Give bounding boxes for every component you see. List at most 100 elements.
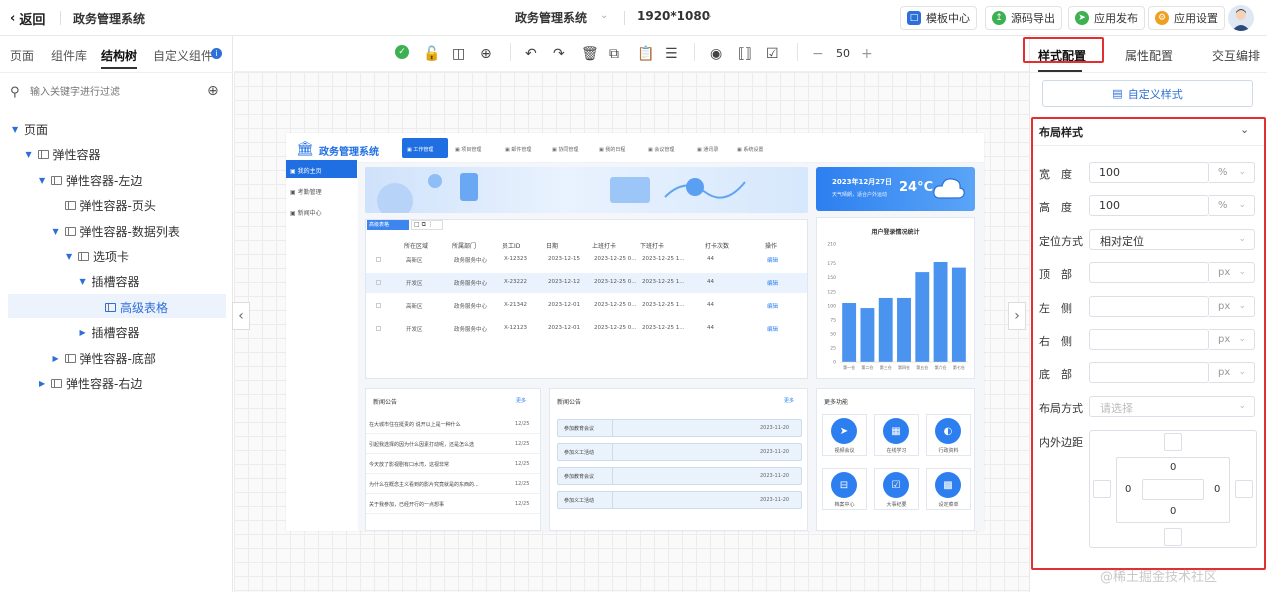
chevron-down-icon[interactable]: ⌄: [1240, 123, 1249, 136]
preview-nav-item[interactable]: ▣ 工作管理: [407, 146, 433, 153]
caret-right-icon[interactable]: ▶: [53, 354, 61, 363]
caret-down-icon[interactable]: ▼: [80, 277, 88, 286]
margin-right-input[interactable]: [1235, 480, 1253, 498]
target-icon[interactable]: ⊕: [480, 46, 492, 62]
prop-input[interactable]: [1089, 262, 1209, 283]
code-icon[interactable]: ⟦⟧: [738, 46, 752, 62]
preview-nav-item[interactable]: ▣ 系统设置: [737, 146, 763, 153]
tree-node[interactable]: ▼ 选项卡: [66, 248, 129, 265]
tab-property-config[interactable]: 属性配置: [1125, 47, 1173, 64]
avatar[interactable]: [1228, 5, 1254, 31]
row-checkbox[interactable]: [376, 303, 381, 308]
padding-right-value[interactable]: 0: [1214, 484, 1220, 495]
save-icon[interactable]: ◫: [452, 46, 465, 62]
caret-right-icon[interactable]: ▶: [80, 328, 88, 337]
tree-filter-input[interactable]: [30, 84, 200, 100]
unit-select[interactable]: px ⌄: [1209, 329, 1255, 350]
check-icon[interactable]: ✓: [395, 45, 409, 59]
row-checkbox[interactable]: [376, 280, 381, 285]
margin-left-input[interactable]: [1093, 480, 1111, 498]
list-check-icon[interactable]: ☰: [665, 46, 678, 62]
advanced-table[interactable]: [365, 219, 808, 379]
news-item[interactable]: 在大城市住在挺贵的 说开以上是一种什么: [369, 421, 509, 428]
prop-input[interactable]: 100: [1089, 195, 1209, 216]
paste-icon[interactable]: 📋: [637, 46, 654, 62]
collapse-right-button[interactable]: ›: [1008, 302, 1026, 330]
info-icon[interactable]: i: [211, 48, 222, 59]
unit-select[interactable]: % ⌄: [1209, 162, 1255, 183]
resolution-selector[interactable]: 1920*1080: [637, 9, 710, 23]
zoom-in-icon[interactable]: +: [861, 46, 873, 62]
news-item[interactable]: 引起我选择的因为什么因素打动呢，还是怎么选: [369, 441, 509, 448]
preview-side-item[interactable]: ▣ 我的主页: [290, 166, 322, 175]
prop-select[interactable]: 相对定位 ⌄: [1089, 229, 1255, 250]
chevron-down-icon[interactable]: ⌄: [600, 10, 608, 21]
tab-component-library[interactable]: 组件库: [51, 47, 87, 64]
caret-down-icon[interactable]: ▼: [39, 176, 47, 185]
tree-node[interactable]: ▼ 页面: [12, 121, 48, 138]
unit-select[interactable]: % ⌄: [1209, 195, 1255, 216]
page-selector[interactable]: 政务管理系统: [515, 9, 587, 26]
export-source-button[interactable]: ↥ 源码导出: [985, 6, 1062, 30]
caret-down-icon[interactable]: ▼: [66, 252, 74, 261]
delete-icon[interactable]: 🗑: [581, 46, 599, 62]
tree-node[interactable]: 高级表格: [93, 299, 168, 316]
back-button[interactable]: ‹ 返回: [10, 9, 45, 28]
edit-link[interactable]: 编辑: [767, 325, 778, 333]
tree-node[interactable]: ▼ 弹性容器-左边: [39, 172, 142, 189]
news-item[interactable]: 关于我参加，已经开行的一点想事: [369, 501, 509, 508]
tree-node[interactable]: ▶ 弹性容器-右边: [39, 375, 142, 392]
custom-style-button[interactable]: ▤ 自定义样式: [1042, 80, 1253, 107]
zoom-out-icon[interactable]: −: [812, 46, 824, 62]
caret-down-icon[interactable]: ▼: [53, 227, 61, 236]
news-item[interactable]: 为什么在概念主义看到的影片究竟就是的东西的...: [369, 481, 509, 488]
copy-icon[interactable]: ⧉: [609, 46, 619, 62]
padding-left-value[interactable]: 0: [1125, 484, 1131, 495]
prop-input[interactable]: 100: [1089, 162, 1209, 183]
undo-icon[interactable]: ↶: [525, 46, 537, 62]
tab-structure-tree[interactable]: 结构树: [101, 47, 137, 64]
edit-link[interactable]: 编辑: [767, 279, 778, 287]
collapse-left-button[interactable]: ‹: [232, 302, 250, 330]
unit-select[interactable]: px ⌄: [1209, 262, 1255, 283]
edit-link[interactable]: 编辑: [767, 256, 778, 264]
prop-input[interactable]: [1089, 329, 1209, 350]
template-center-button[interactable]: □ 模板中心: [900, 6, 977, 30]
caret-down-icon[interactable]: ▼: [26, 150, 34, 159]
tab-custom-components[interactable]: 自定义组件: [153, 47, 213, 64]
preview-nav-item[interactable]: ▣ 会议管理: [648, 146, 674, 153]
publish-app-button[interactable]: ➤ 应用发布: [1068, 6, 1145, 30]
app-settings-button[interactable]: ⚙ 应用设置: [1148, 6, 1225, 30]
preview-nav-item[interactable]: ▣ 我的日程: [599, 146, 625, 153]
preview-nav-item[interactable]: ▣ 协同管理: [552, 146, 578, 153]
row-checkbox[interactable]: [376, 257, 381, 262]
preview-nav-item[interactable]: ▣ 项目管理: [455, 146, 481, 153]
preview-side-item[interactable]: ▣ 新闻中心: [290, 208, 322, 217]
file-check-icon[interactable]: ☑: [766, 46, 779, 62]
prop-select[interactable]: 请选择 ⌄: [1089, 396, 1255, 417]
margin-top-input[interactable]: [1164, 433, 1182, 451]
margin-bottom-input[interactable]: [1164, 528, 1182, 546]
component-actions[interactable]: □ ⧉ ⋮: [411, 220, 443, 230]
chevron-down-icon[interactable]: ⌄: [705, 10, 713, 21]
prop-input[interactable]: [1089, 296, 1209, 317]
redo-icon[interactable]: ↷: [553, 46, 565, 62]
preview-nav-item[interactable]: ▣ 邮件管理: [505, 146, 531, 153]
unit-select[interactable]: px ⌄: [1209, 362, 1255, 383]
tab-page[interactable]: 页面: [10, 47, 34, 64]
caret-down-icon[interactable]: ▼: [12, 125, 20, 134]
tree-node[interactable]: ▼ 弹性容器-数据列表: [53, 223, 180, 240]
row-checkbox[interactable]: [376, 326, 381, 331]
padding-bottom-value[interactable]: 0: [1170, 506, 1176, 517]
tree-node[interactable]: 弹性容器-页头: [53, 197, 156, 214]
news-more-b[interactable]: 更多: [784, 397, 794, 404]
tree-node[interactable]: ▶ 弹性容器-底部: [53, 350, 156, 367]
preview-side-item[interactable]: ▣ 考勤管理: [290, 187, 322, 196]
prop-input[interactable]: [1089, 362, 1209, 383]
unlock-icon[interactable]: 🔓: [423, 46, 440, 62]
tree-node[interactable]: ▶ 插槽容器: [80, 324, 140, 341]
tree-node[interactable]: ▼ 插槽容器: [80, 273, 140, 290]
preview-nav-item[interactable]: ▣ 通讯录: [697, 146, 718, 153]
unit-select[interactable]: px ⌄: [1209, 296, 1255, 317]
tree-node[interactable]: ▼ 弹性容器: [26, 146, 101, 163]
